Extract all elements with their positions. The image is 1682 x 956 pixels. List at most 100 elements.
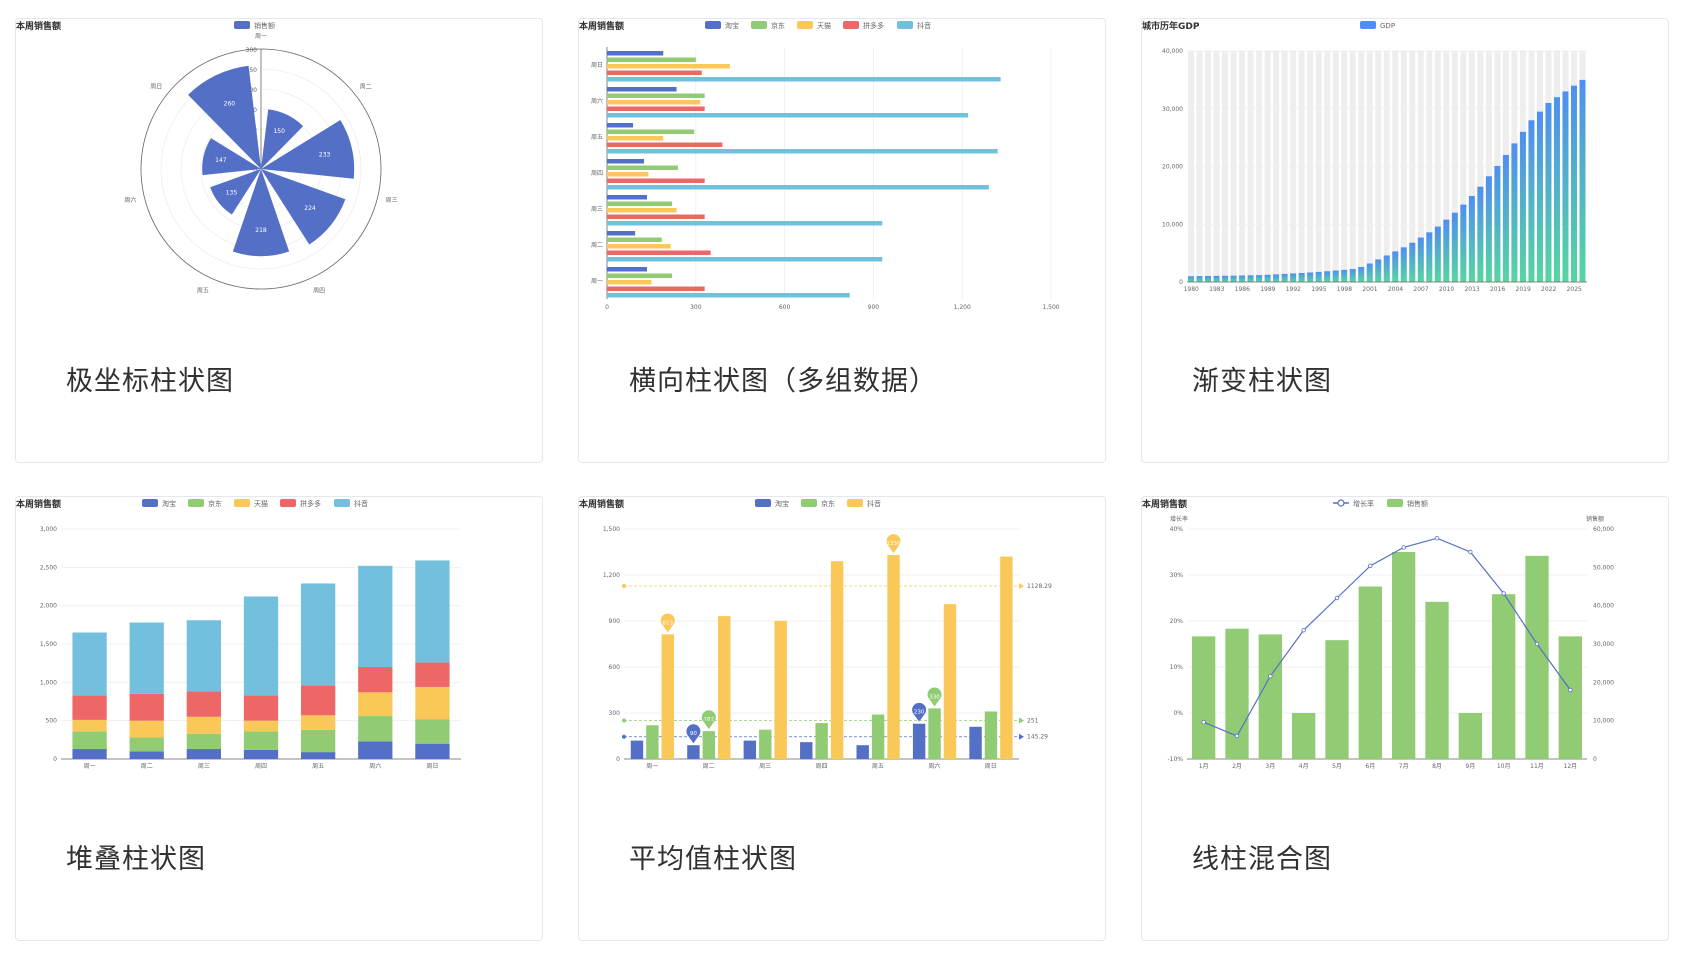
bar <box>1492 594 1516 759</box>
bar <box>1553 97 1560 282</box>
legend-label: 抖音 <box>917 21 931 30</box>
background-bar <box>1213 51 1220 282</box>
bar <box>1558 636 1582 759</box>
bar <box>928 708 941 759</box>
x-tick-label: 周六 <box>369 762 381 770</box>
background-bar <box>1188 51 1195 282</box>
bar <box>1525 555 1549 759</box>
legend-label: 销售额 <box>1407 499 1428 508</box>
legend-swatch <box>234 21 250 29</box>
legend-swatch <box>847 499 863 507</box>
chart-card-line-bar[interactable]: 本周销售额 增长率 销售额 增长率 销售额 -10% 0% 10% 20% 30% 40% 0 10,0… <box>1141 496 1669 941</box>
stacked-segment <box>186 749 221 759</box>
stacked-segment <box>186 716 221 734</box>
legend-label: 抖音 <box>354 499 368 508</box>
bar <box>1426 232 1433 282</box>
stacked-segment <box>301 729 336 753</box>
y-tick-label: 900 <box>609 618 621 625</box>
right-tick-label: 50,000 <box>1593 564 1614 571</box>
bar <box>1230 275 1237 282</box>
legend-label: 拼多多 <box>300 499 321 508</box>
data-label: 233 <box>319 151 331 158</box>
bar <box>1502 154 1509 282</box>
line-point <box>1268 673 1273 679</box>
x-tick-label: 2月 <box>1232 763 1242 770</box>
x-tick-label: 周二 <box>703 763 715 770</box>
stacked-segment <box>358 716 393 742</box>
legend-label: 天猫 <box>817 21 831 30</box>
stacked-segment <box>415 686 450 720</box>
stacked-segment <box>243 720 279 732</box>
stacked-segment <box>129 737 164 752</box>
line-series <box>1203 537 1571 737</box>
bar <box>800 742 813 759</box>
y-tick-label: 10,000 <box>1162 221 1183 228</box>
data-label: 260 <box>224 100 236 107</box>
x-tick-label: 2016 <box>1490 286 1505 293</box>
stacked-segment <box>243 749 279 759</box>
bar <box>607 100 701 105</box>
bar <box>607 93 705 98</box>
y-tick-label: 周五 <box>591 134 603 141</box>
bar <box>1434 226 1441 282</box>
bar <box>774 620 787 759</box>
x-tick-label: 900 <box>868 304 880 311</box>
average-label: 1128.29 <box>1027 583 1052 590</box>
x-tick-label: 0 <box>605 304 609 311</box>
background-bar <box>1290 51 1297 282</box>
stacked-segment <box>358 741 393 759</box>
chart-title: 本周销售额 <box>16 498 61 510</box>
bar <box>607 87 677 92</box>
x-tick-label: 3月 <box>1265 763 1275 770</box>
stacked-segment <box>72 632 107 696</box>
data-label: 224 <box>304 205 316 212</box>
bar <box>1292 713 1316 759</box>
bar <box>1519 131 1526 282</box>
chart-card-average[interactable]: 本周销售额 淘宝 京东 抖音 0 300 600 900 1,200 1,500 周一 周二 周三 周四 周… <box>578 496 1106 941</box>
pin-label: 1330 <box>887 541 901 547</box>
bar <box>607 136 664 141</box>
bar <box>1468 195 1475 282</box>
bar <box>607 185 989 190</box>
bar <box>1545 102 1552 282</box>
bar <box>1192 636 1216 759</box>
card-caption: 渐变柱状图 <box>1192 366 1332 397</box>
bar <box>1579 79 1586 282</box>
bar <box>943 604 957 759</box>
bar <box>630 740 644 759</box>
bar <box>607 172 649 177</box>
bar <box>1196 276 1203 282</box>
background-bar <box>1264 51 1271 282</box>
data-label: 147 <box>215 157 227 164</box>
chart-card-gradient[interactable]: 城市历年GDP GDP 0 10,000 20,000 30,000 40,000 1980 1… <box>1141 18 1669 463</box>
bar <box>1477 186 1484 282</box>
background-bar <box>1222 51 1229 282</box>
chart-card-polar[interactable]: 本周销售额销售额050100150200250300150周一233周二224周… <box>15 18 543 463</box>
x-tick-label: 2007 <box>1413 286 1428 293</box>
x-tick-label: 1,200 <box>954 304 971 311</box>
bar <box>607 159 644 164</box>
stacked-segment <box>129 693 164 721</box>
bar <box>1409 242 1416 282</box>
x-tick-label: 周三 <box>759 763 771 770</box>
bar <box>702 731 716 759</box>
background-bar <box>1349 51 1356 282</box>
bar <box>1443 219 1450 282</box>
legend-label: 淘宝 <box>725 21 739 30</box>
left-tick-label: 10% <box>1170 664 1184 671</box>
y-tick-label: 周四 <box>591 170 603 177</box>
bar <box>1298 272 1305 282</box>
bar <box>1247 275 1254 282</box>
background-bar <box>1375 51 1382 282</box>
data-label: 135 <box>226 190 238 197</box>
left-tick-label: 20% <box>1170 618 1184 625</box>
bar <box>815 723 828 759</box>
bar <box>871 714 885 759</box>
legend-swatch <box>334 499 350 507</box>
average-label: 251 <box>1027 718 1039 725</box>
x-tick-label: 1980 <box>1184 286 1199 293</box>
chart-card-horizontal[interactable]: 本周销售额 淘宝 京东 天猫 拼多多 抖音 0 300 600 900 1,200 1,500 周一 周二… <box>578 18 1106 463</box>
legend-label: 增长率 <box>1353 499 1374 508</box>
chart-card-stacked[interactable]: 本周销售额 淘宝 京东 天猫 拼多多 抖音 0 500 1,000 1,500 2,000 2,500… <box>15 496 543 941</box>
left-tick-label: 0% <box>1173 710 1183 717</box>
